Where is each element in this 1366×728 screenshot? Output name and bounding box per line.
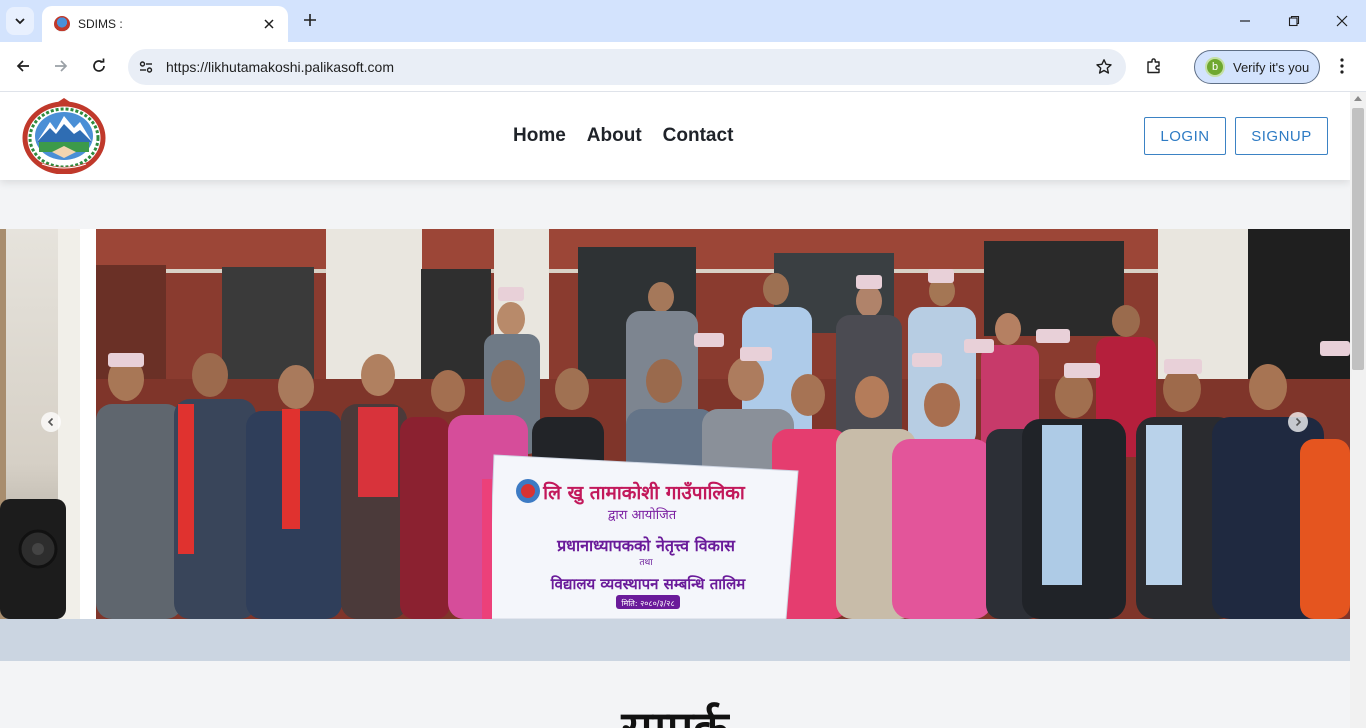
new-tab-plus-icon[interactable] — [298, 8, 322, 32]
main-navigation: Home About Contact — [513, 125, 733, 147]
banner-line-1: लि खु तामाकोशी गाउँपालिका — [542, 481, 746, 505]
banner-line-4: तथा — [639, 558, 653, 568]
close-tab-icon[interactable] — [260, 15, 278, 33]
contact-section-heading: सम्पर्क — [621, 701, 729, 728]
tab-search-icon[interactable] — [6, 7, 34, 35]
browser-toolbar: https://likhutamakoshi.palikasoft.com b … — [0, 42, 1366, 92]
back-icon[interactable] — [9, 52, 37, 80]
banner-date: मिति: २०८०/३/२८ — [621, 598, 674, 608]
browser-tab[interactable]: SDIMS : — [42, 6, 288, 42]
tab-title: SDIMS : — [78, 17, 123, 31]
extensions-icon[interactable] — [1140, 52, 1168, 80]
close-window-icon[interactable] — [1327, 8, 1357, 34]
nav-about-link[interactable]: About — [587, 125, 642, 147]
image-carousel: लि खु तामाकोशी गाउँपालिका द्वारा आयोजित … — [0, 229, 1350, 619]
page-scrollbar[interactable] — [1350, 92, 1366, 728]
previous-slide-image — [0, 229, 80, 619]
banner-line-2: द्वारा आयोजित — [608, 507, 677, 523]
banner-line-5: विद्यालय व्यवस्थापन सम्बन्धि तालिम — [550, 575, 746, 593]
browser-tab-strip: SDIMS : — [0, 0, 1366, 42]
reload-icon[interactable] — [85, 52, 113, 80]
scroll-up-arrow-icon[interactable] — [1354, 96, 1362, 101]
banner-line-3: प्रधानाध्यापकको नेतृत्त्व विकास — [556, 536, 736, 556]
site-header: Home About Contact LOGIN SIGNUP — [0, 92, 1350, 180]
forward-icon[interactable] — [47, 52, 75, 80]
profile-avatar: b — [1205, 57, 1225, 77]
carousel-prev-chevron-left-icon[interactable] — [41, 412, 61, 432]
carousel-next-chevron-right-icon[interactable] — [1288, 412, 1308, 432]
scrollbar-thumb[interactable] — [1352, 108, 1364, 370]
restore-icon[interactable] — [1279, 8, 1309, 34]
address-bar[interactable]: https://likhutamakoshi.palikasoft.com — [128, 49, 1126, 85]
group-photo-slide: लि खु तामाकोशी गाउँपालिका द्वारा आयोजित … — [96, 229, 1350, 619]
carousel-footer-strip — [0, 619, 1350, 661]
nav-contact-link[interactable]: Contact — [663, 125, 734, 147]
minimize-icon[interactable] — [1230, 8, 1260, 34]
verify-label: Verify it's you — [1233, 59, 1310, 75]
profile-verify-button[interactable]: b Verify it's you — [1194, 50, 1320, 84]
bookmark-star-icon[interactable] — [1090, 53, 1118, 81]
nepal-emblem-favicon-icon — [54, 16, 70, 32]
kebab-menu-icon[interactable] — [1330, 52, 1354, 80]
nepal-government-emblem-logo[interactable] — [22, 98, 106, 174]
page-viewport: Home About Contact LOGIN SIGNUP लि खु ता… — [0, 92, 1350, 728]
login-button[interactable]: LOGIN — [1144, 117, 1226, 155]
site-info-icon[interactable] — [132, 53, 160, 81]
nav-home-link[interactable]: Home — [513, 125, 566, 147]
signup-button[interactable]: SIGNUP — [1235, 117, 1328, 155]
url-text[interactable]: https://likhutamakoshi.palikasoft.com — [166, 59, 1090, 75]
